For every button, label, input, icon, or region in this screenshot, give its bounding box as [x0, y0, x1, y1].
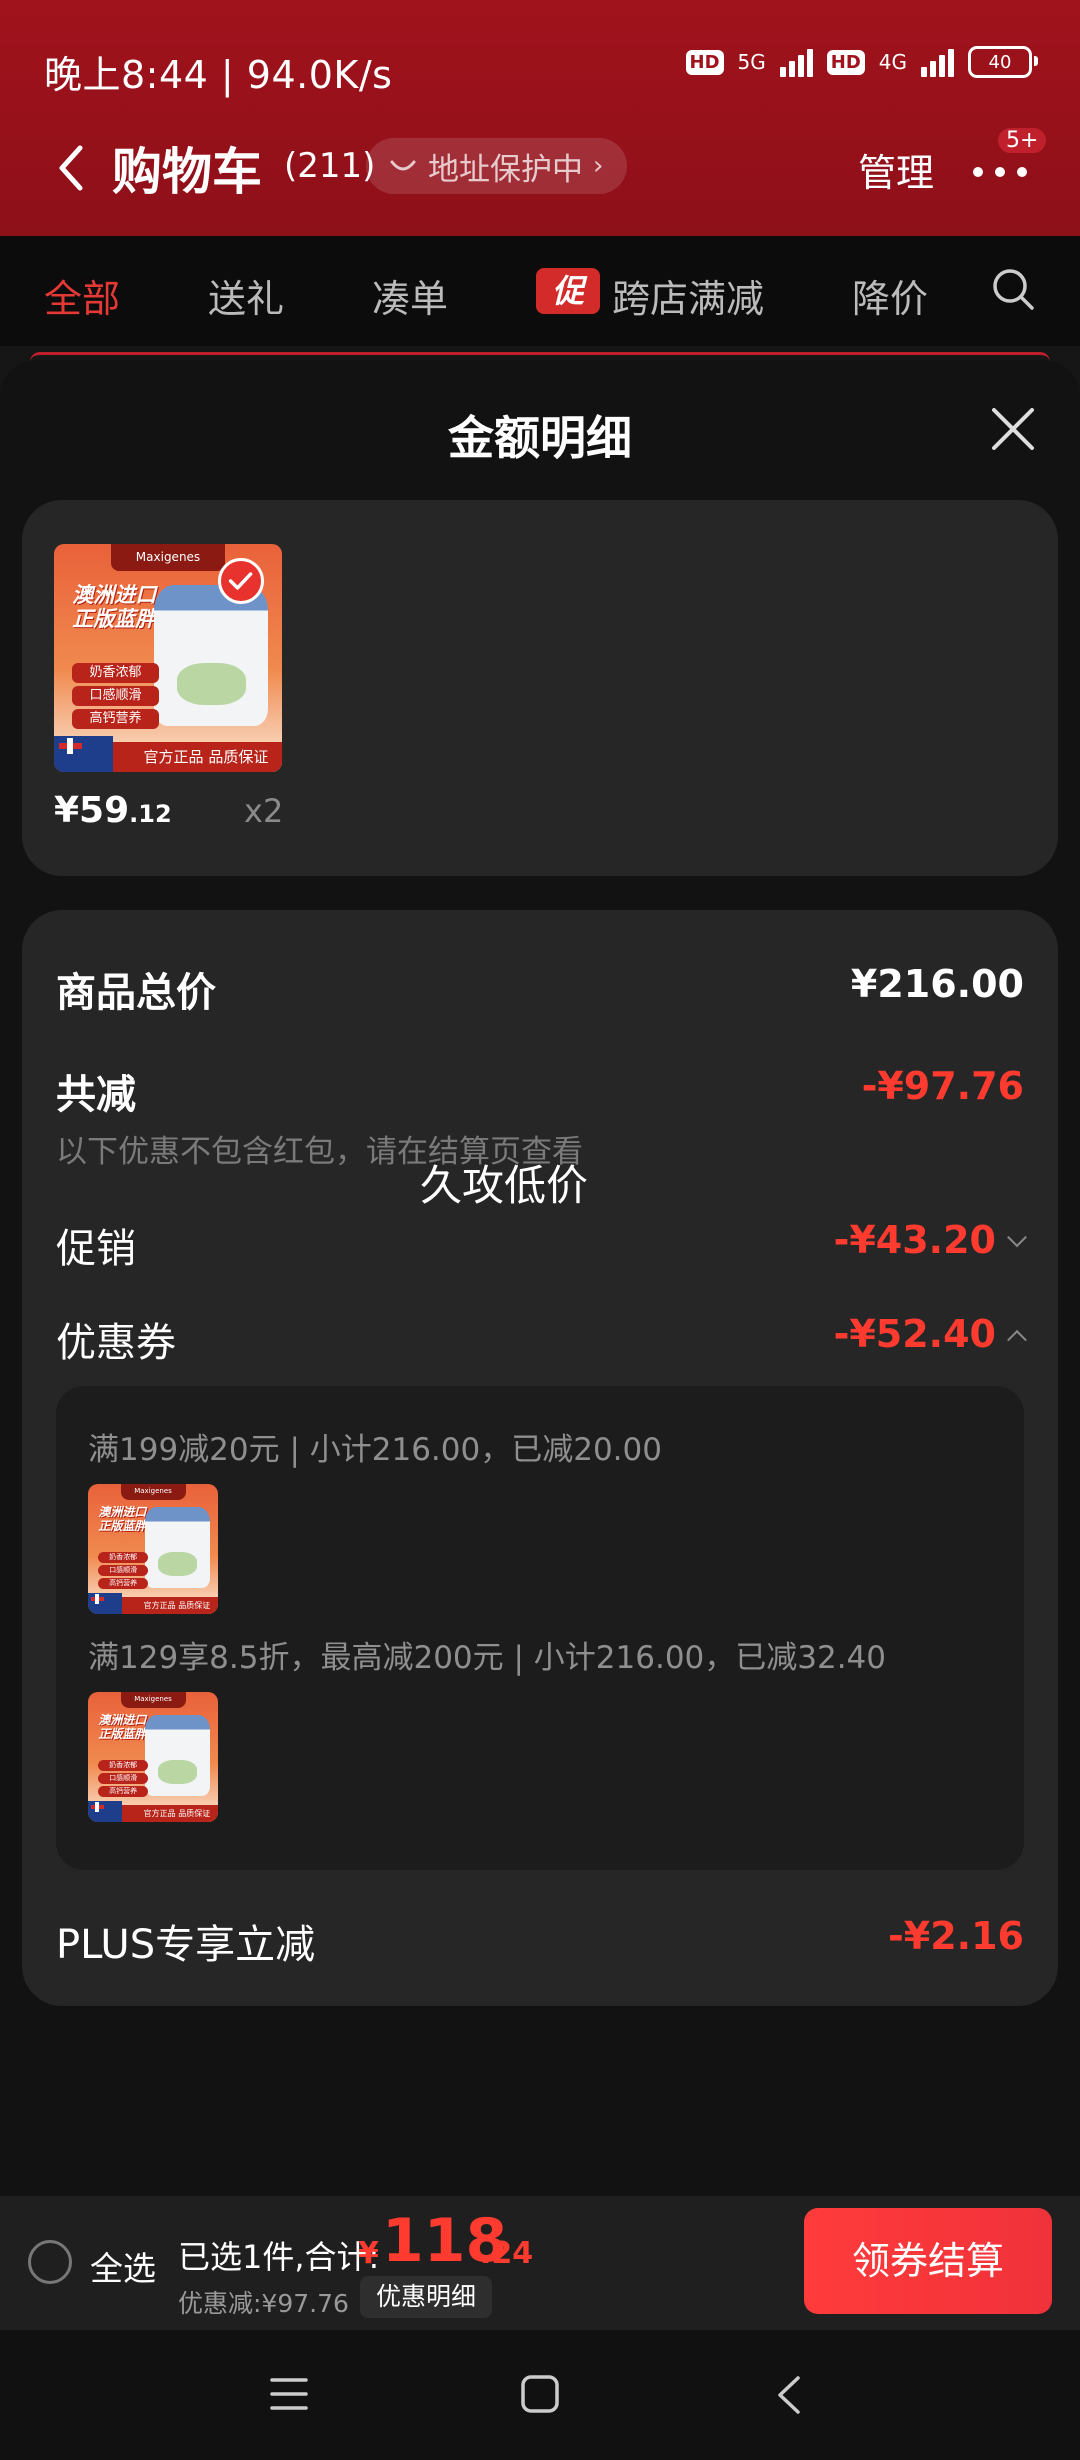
tab-gift[interactable]: 送礼 [208, 268, 284, 323]
promotion-value: -¥43.20 [833, 1218, 996, 1262]
product-tag: 奶香浓郁 [98, 1551, 148, 1563]
total-price-value: ¥216.00 [850, 962, 1024, 1006]
select-all-label[interactable]: 全选 [90, 2242, 156, 2290]
product-brand: Maxigenes [120, 1484, 186, 1500]
total-amount-dec: .24 [480, 2236, 534, 2271]
status-time: 晚上8:44 | 94.0K/s [44, 53, 393, 97]
product-quantity: x2 [244, 792, 284, 830]
total-currency: ¥ [358, 2236, 379, 2271]
product-brand: Maxigenes [111, 544, 225, 572]
product-headline-1: 澳洲进口 [98, 1505, 147, 1520]
more-icon[interactable] [970, 150, 1030, 190]
total-discount-value: -¥97.76 [861, 1064, 1024, 1108]
signal-bars-icon-2 [921, 47, 954, 77]
coupon-product-image: Maxigenes 澳洲进口 正版蓝胖子 奶香浓郁 口感顺滑 高钙营养 官方正品 品质… [88, 1484, 218, 1614]
product-tag: 高钙营养 [98, 1577, 148, 1589]
back-arrow-icon[interactable] [52, 138, 92, 198]
product-jar-graphic [154, 585, 269, 727]
product-price-int: ¥59 [54, 790, 130, 831]
nav-back-icon[interactable] [774, 2374, 804, 2416]
promo-badge: 促 [536, 268, 600, 314]
page-title: 购物车 [112, 143, 262, 201]
discount-detail-button[interactable]: 优惠明细 [360, 2276, 493, 2318]
tab-all[interactable]: 全部 [44, 268, 120, 323]
product-brand: Maxigenes [120, 1692, 186, 1708]
product-headline-1: 澳洲进口 [72, 582, 157, 607]
product-jar-graphic [145, 1715, 211, 1796]
product-jar-graphic [145, 1507, 211, 1588]
australia-flag-icon [54, 735, 114, 772]
coupon-value: -¥52.40 [833, 1312, 996, 1356]
tab-cross-store-discount[interactable]: 跨店满减 [612, 268, 764, 323]
coupon-line-2: 满129享8.5折，最高减200元 | 小计216.00，已减32.40 [88, 1640, 887, 1676]
hd-badge: HD [685, 49, 724, 75]
cart-count: (211) [284, 146, 376, 186]
product-tags: 奶香浓郁口感顺滑高钙营养 [72, 662, 159, 733]
chevron-right-icon: › [593, 151, 604, 181]
plus-discount-label: PLUS专享立减 [56, 1922, 316, 1968]
address-protection-label: 地址保护中 [428, 151, 583, 188]
australia-flag-icon [88, 1593, 122, 1614]
product-price-dec: .12 [129, 800, 172, 828]
battery-icon: 40 [968, 46, 1038, 78]
coupon-row[interactable]: -¥52.40 [833, 1312, 1027, 1356]
chevron-down-icon [1007, 1226, 1027, 1247]
total-price-label: 商品总价 [56, 970, 216, 1016]
select-all-radio[interactable] [28, 2240, 72, 2284]
total-discount-label: 共减 [56, 1072, 136, 1118]
selected-check-icon [218, 558, 264, 604]
menu-icon[interactable] [270, 2376, 308, 2412]
hd-badge-2: HD [826, 49, 865, 75]
home-icon[interactable] [520, 2374, 560, 2414]
plus-discount-value: -¥2.16 [888, 1914, 1024, 1958]
promotion-row[interactable]: -¥43.20 [833, 1218, 1027, 1262]
product-tag: 奶香浓郁 [98, 1759, 148, 1771]
coupon-line-1: 满199减20元 | 小计216.00，已减20.00 [88, 1432, 662, 1468]
tab-price-drop[interactable]: 降价 [852, 268, 932, 323]
product-price: ¥59.12 [54, 790, 172, 831]
product-tag: 奶香浓郁 [72, 662, 159, 683]
coupon-product-image: Maxigenes 澳洲进口 正版蓝胖子 奶香浓郁 口感顺滑 高钙营养 官方正品 品质… [88, 1692, 218, 1822]
product-tag: 高钙营养 [72, 709, 159, 730]
sheet-title: 金额明细 [448, 411, 632, 465]
product-tag: 口感顺滑 [98, 1564, 148, 1576]
search-icon[interactable] [990, 266, 1036, 312]
product-tags: 奶香浓郁 口感顺滑 高钙营养 [98, 1759, 148, 1799]
product-headline-1: 澳洲进口 [98, 1713, 147, 1728]
product-tags: 奶香浓郁 口感顺滑 高钙营养 [98, 1551, 148, 1591]
network-5g-label: 5G [737, 50, 766, 74]
product-tag: 口感顺滑 [98, 1772, 148, 1784]
signal-bars-icon [779, 47, 813, 77]
australia-flag-icon [88, 1801, 122, 1822]
discount-summary: 优惠减:¥97.76 [178, 2289, 349, 2318]
close-icon[interactable] [988, 404, 1038, 454]
coupon-label: 优惠券 [56, 1320, 176, 1366]
promotion-label: 促销 [56, 1226, 136, 1272]
battery-level: 40 [988, 51, 1012, 73]
chevron-up-icon [1007, 1329, 1027, 1350]
status-indicators: HD 5G HD 4G 40 [685, 46, 1038, 78]
manage-button[interactable]: 管理 [858, 142, 934, 197]
product-tag: 高钙营养 [98, 1785, 148, 1797]
tab-combine[interactable]: 凑单 [372, 268, 448, 323]
checkout-button[interactable]: 领券结算 [804, 2208, 1052, 2314]
overlay-caption: 久攻低价 [420, 1161, 589, 1210]
product-tag: 口感顺滑 [72, 686, 159, 706]
smile-icon [390, 160, 416, 171]
network-4g-label: 4G [878, 50, 907, 74]
address-protection-pill[interactable]: 地址保护中 › [366, 138, 628, 194]
summary-label: 已选1件,合计: [178, 2238, 380, 2276]
message-count-badge: 5+ [998, 128, 1047, 153]
